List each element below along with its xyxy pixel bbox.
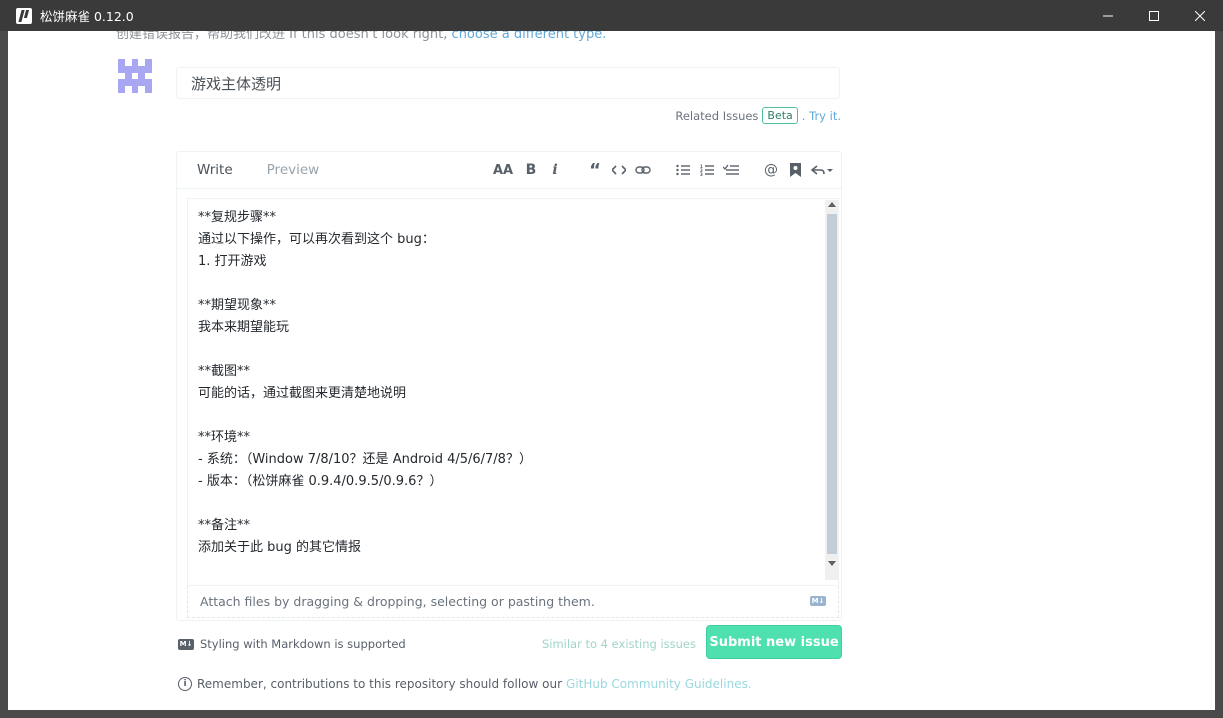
submit-issue-button[interactable]: Submit new issue: [706, 625, 842, 659]
tab-preview[interactable]: Preview: [267, 162, 320, 178]
close-icon: [1195, 10, 1205, 21]
mention-icon[interactable]: @: [759, 158, 783, 182]
code-icon[interactable]: [607, 158, 631, 182]
bold-icon[interactable]: B: [519, 158, 543, 182]
tabs-divider: [177, 188, 843, 189]
task-list-icon[interactable]: [719, 158, 743, 182]
beta-badge: Beta: [762, 107, 798, 124]
saved-reply-icon[interactable]: [783, 158, 807, 182]
link-icon[interactable]: [631, 158, 655, 182]
numbered-list-icon[interactable]: 123: [695, 158, 719, 182]
related-issues: Related Issues Beta . Try it.: [675, 107, 841, 124]
textarea-scrollbar[interactable]: [825, 200, 839, 580]
page-content: 创建错误报告，帮助我们改进 If this doesn't look right…: [8, 31, 1215, 710]
avatar[interactable]: [118, 59, 152, 93]
scroll-down-icon[interactable]: [828, 561, 836, 566]
window-titlebar: 松饼麻雀 0.12.0: [0, 0, 1223, 31]
related-issues-label: Related Issues: [675, 108, 759, 123]
reply-icon[interactable]: [807, 158, 837, 182]
editor-tabs: Write Preview: [197, 162, 319, 178]
issue-body-textarea[interactable]: **复规步骤** 通过以下操作，可以再次看到这个 bug： 1. 打开游戏 **…: [187, 198, 839, 586]
markdown-support-link[interactable]: Styling with Markdown is supported: [200, 637, 406, 651]
comment-editor: Write Preview AA B i “ 123 @ **复规步骤** 通过…: [176, 151, 843, 621]
markdown-logo-icon: M↓: [178, 638, 194, 650]
scroll-thumb[interactable]: [827, 214, 837, 554]
markdown-icon: M↓: [810, 596, 826, 606]
guidelines-note: i Remember, contributions to this reposi…: [178, 677, 752, 691]
quote-icon[interactable]: “: [583, 158, 607, 182]
heading-icon[interactable]: AA: [491, 158, 515, 182]
form-footer: M↓ Styling with Markdown is supported Si…: [178, 625, 842, 659]
template-hint: 创建错误报告，帮助我们改进 If this doesn't look right…: [116, 31, 606, 42]
minimize-icon: [1103, 15, 1113, 16]
window-controls: [1085, 0, 1223, 31]
tab-write[interactable]: Write: [197, 162, 233, 178]
similar-issues-link[interactable]: Similar to 4 existing issues: [542, 637, 696, 651]
scroll-up-icon[interactable]: [828, 202, 836, 207]
markdown-toolbar: AA B i “ 123 @: [491, 158, 837, 182]
minimize-button[interactable]: [1085, 0, 1131, 31]
template-hint-text: 创建错误报告，帮助我们改进 If this doesn't look right…: [116, 31, 448, 42]
window-frame-left: [0, 31, 8, 718]
window-frame-bottom: [0, 710, 1223, 718]
window-title: 松饼麻雀 0.12.0: [40, 9, 134, 24]
guidelines-text: Remember, contributions to this reposito…: [197, 677, 563, 691]
maximize-button[interactable]: [1131, 0, 1177, 31]
choose-type-link[interactable]: choose a different type.: [452, 31, 607, 42]
attach-files-text: Attach files by dragging & dropping, sel…: [200, 594, 595, 609]
try-it-link[interactable]: . Try it.: [802, 109, 841, 123]
bulleted-list-icon[interactable]: [671, 158, 695, 182]
app-logo-icon: [16, 7, 32, 24]
italic-icon[interactable]: i: [543, 158, 567, 182]
attach-files-area[interactable]: Attach files by dragging & dropping, sel…: [187, 586, 839, 618]
info-icon: i: [178, 677, 192, 691]
svg-text:3: 3: [700, 172, 703, 176]
window-frame-right: [1215, 31, 1223, 718]
issue-title-input[interactable]: 游戏主体透明: [176, 67, 840, 99]
maximize-icon: [1149, 10, 1159, 21]
community-guidelines-link[interactable]: GitHub Community Guidelines.: [566, 677, 752, 691]
close-button[interactable]: [1177, 0, 1223, 31]
